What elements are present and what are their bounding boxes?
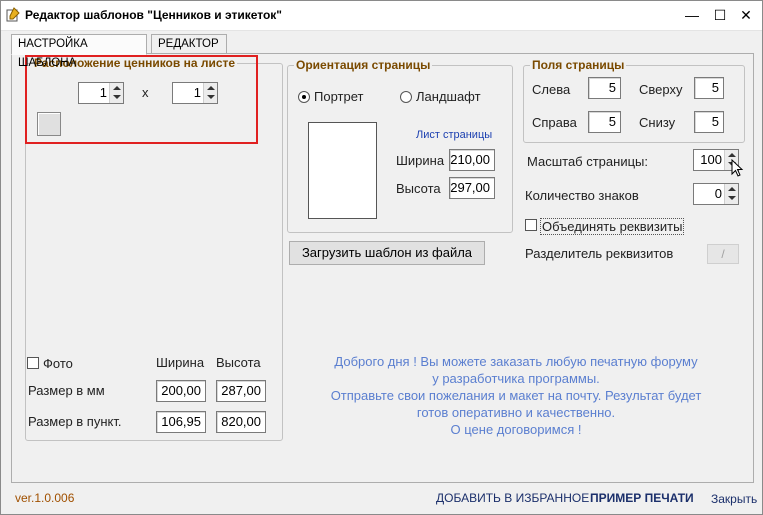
size-mm-width-value: 200,00 <box>161 383 201 398</box>
margin-top-value: 5 <box>711 80 719 95</box>
digits-count-value: 0 <box>714 186 722 201</box>
title-bar: Редактор шаблонов "Ценников и этикеток" … <box>1 1 762 31</box>
size-pt-height-field[interactable]: 820,00 <box>216 411 266 433</box>
tag-preview-cell[interactable] <box>37 112 61 136</box>
tab-editor[interactable]: РЕДАКТОР <box>151 34 227 54</box>
app-icon <box>6 7 20 22</box>
sheet-height-field[interactable]: 297,00 <box>449 177 495 199</box>
x-label: x <box>142 85 149 100</box>
page-scale-label: Масштаб страницы: <box>527 154 648 169</box>
sheet-height-value: 297,00 <box>450 180 490 195</box>
photo-label: Фото <box>43 356 73 371</box>
orientation-title: Ориентация страницы <box>294 58 433 72</box>
margin-right-value: 5 <box>608 114 616 129</box>
mouse-cursor-icon <box>731 159 744 177</box>
spin-up-icon[interactable] <box>728 153 736 157</box>
columns-arrows[interactable] <box>109 83 123 103</box>
portrait-label: Портрет <box>314 89 364 104</box>
size-mm-height-value: 287,00 <box>221 383 261 398</box>
margin-right-label: Справа <box>532 115 577 130</box>
close-button[interactable]: ✕ <box>735 5 757 25</box>
sheet-title: Лист страницы <box>416 129 493 141</box>
spin-up-icon[interactable] <box>728 187 736 191</box>
landscape-label: Ландшафт <box>416 89 481 104</box>
minimize-button[interactable]: — <box>681 5 703 25</box>
photo-width-header: Ширина <box>156 355 205 370</box>
info-line-2: у разработчика программы. <box>432 371 600 386</box>
margin-left-field[interactable]: 5 <box>588 77 621 99</box>
rows-value: 1 <box>193 85 201 100</box>
photo-checkbox[interactable] <box>27 357 39 369</box>
spin-down-icon[interactable] <box>113 95 121 99</box>
window-title: Редактор шаблонов "Ценников и этикеток" <box>25 8 282 22</box>
size-pt-width-field[interactable]: 106,95 <box>156 411 206 433</box>
combine-requisites-label: Объединять реквизиты <box>540 218 685 235</box>
maximize-button[interactable]: ☐ <box>709 5 731 25</box>
version-label: ver.1.0.006 <box>15 491 75 505</box>
rows-arrows[interactable] <box>203 83 217 103</box>
sheet-width-label: Ширина <box>396 153 445 168</box>
info-line-5: О цене договоримся ! <box>450 422 582 437</box>
add-to-favorites-link[interactable]: ДОБАВИТЬ В ИЗБРАННОЕ <box>436 491 589 505</box>
margin-bottom-field[interactable]: 5 <box>694 111 724 133</box>
info-line-1: Доброго дня ! Вы можете заказать любую п… <box>334 354 698 369</box>
size-mm-width-field[interactable]: 200,00 <box>156 380 206 402</box>
size-pt-width-value: 106,95 <box>161 414 201 429</box>
print-example-link[interactable]: ПРИМЕР ПЕЧАТИ <box>590 491 694 505</box>
spin-down-icon[interactable] <box>728 196 736 200</box>
margins-title: Поля страницы <box>530 58 627 72</box>
sheet-width-field[interactable]: 210,00 <box>449 149 495 171</box>
size-pt-label: Размер в пункт. <box>28 414 122 429</box>
size-mm-label: Размер в мм <box>28 383 105 398</box>
app-window: Редактор шаблонов "Ценников и этикеток" … <box>0 0 763 515</box>
separator-label: Разделитель реквизитов <box>525 246 674 261</box>
margin-left-label: Слева <box>532 82 571 97</box>
margin-bottom-label: Снизу <box>639 115 676 130</box>
info-message: Доброго дня ! Вы можете заказать любую п… <box>291 353 741 438</box>
spin-up-icon[interactable] <box>113 86 121 90</box>
digits-count-arrows[interactable] <box>724 184 738 204</box>
info-line-3: Отправьте свои пожелания и макет на почт… <box>330 388 702 403</box>
margin-top-label: Сверху <box>639 82 683 97</box>
page-preview <box>308 122 377 219</box>
load-template-button[interactable]: Загрузить шаблон из файла <box>289 241 485 265</box>
photo-height-header: Высота <box>216 355 261 370</box>
portrait-radio[interactable] <box>298 91 310 103</box>
spin-up-icon[interactable] <box>207 86 215 90</box>
margin-right-field[interactable]: 5 <box>588 111 621 133</box>
sheet-height-label: Высота <box>396 181 441 196</box>
margin-top-field[interactable]: 5 <box>694 77 724 99</box>
landscape-radio[interactable] <box>400 91 412 103</box>
size-pt-height-value: 820,00 <box>221 414 261 429</box>
size-mm-height-field[interactable]: 287,00 <box>216 380 266 402</box>
columns-value: 1 <box>99 85 107 100</box>
combine-requisites-checkbox[interactable] <box>525 219 537 231</box>
margin-left-value: 5 <box>608 80 616 95</box>
separator-field[interactable]: / <box>707 244 739 264</box>
spin-down-icon[interactable] <box>207 95 215 99</box>
sheet-width-value: 210,00 <box>450 152 490 167</box>
close-link[interactable]: Закрыть <box>711 492 757 506</box>
page-scale-value: 100 <box>700 152 722 167</box>
rows-spinner[interactable]: 1 <box>172 82 218 104</box>
tab-template-settings[interactable]: НАСТРОЙКА ШАБЛОНА <box>11 34 147 69</box>
digits-count-spinner[interactable]: 0 <box>693 183 739 205</box>
margin-bottom-value: 5 <box>711 114 719 129</box>
digits-count-label: Количество знаков <box>525 188 639 203</box>
columns-spinner[interactable]: 1 <box>78 82 124 104</box>
info-line-4: готов оперативно и качественно. <box>416 405 616 420</box>
